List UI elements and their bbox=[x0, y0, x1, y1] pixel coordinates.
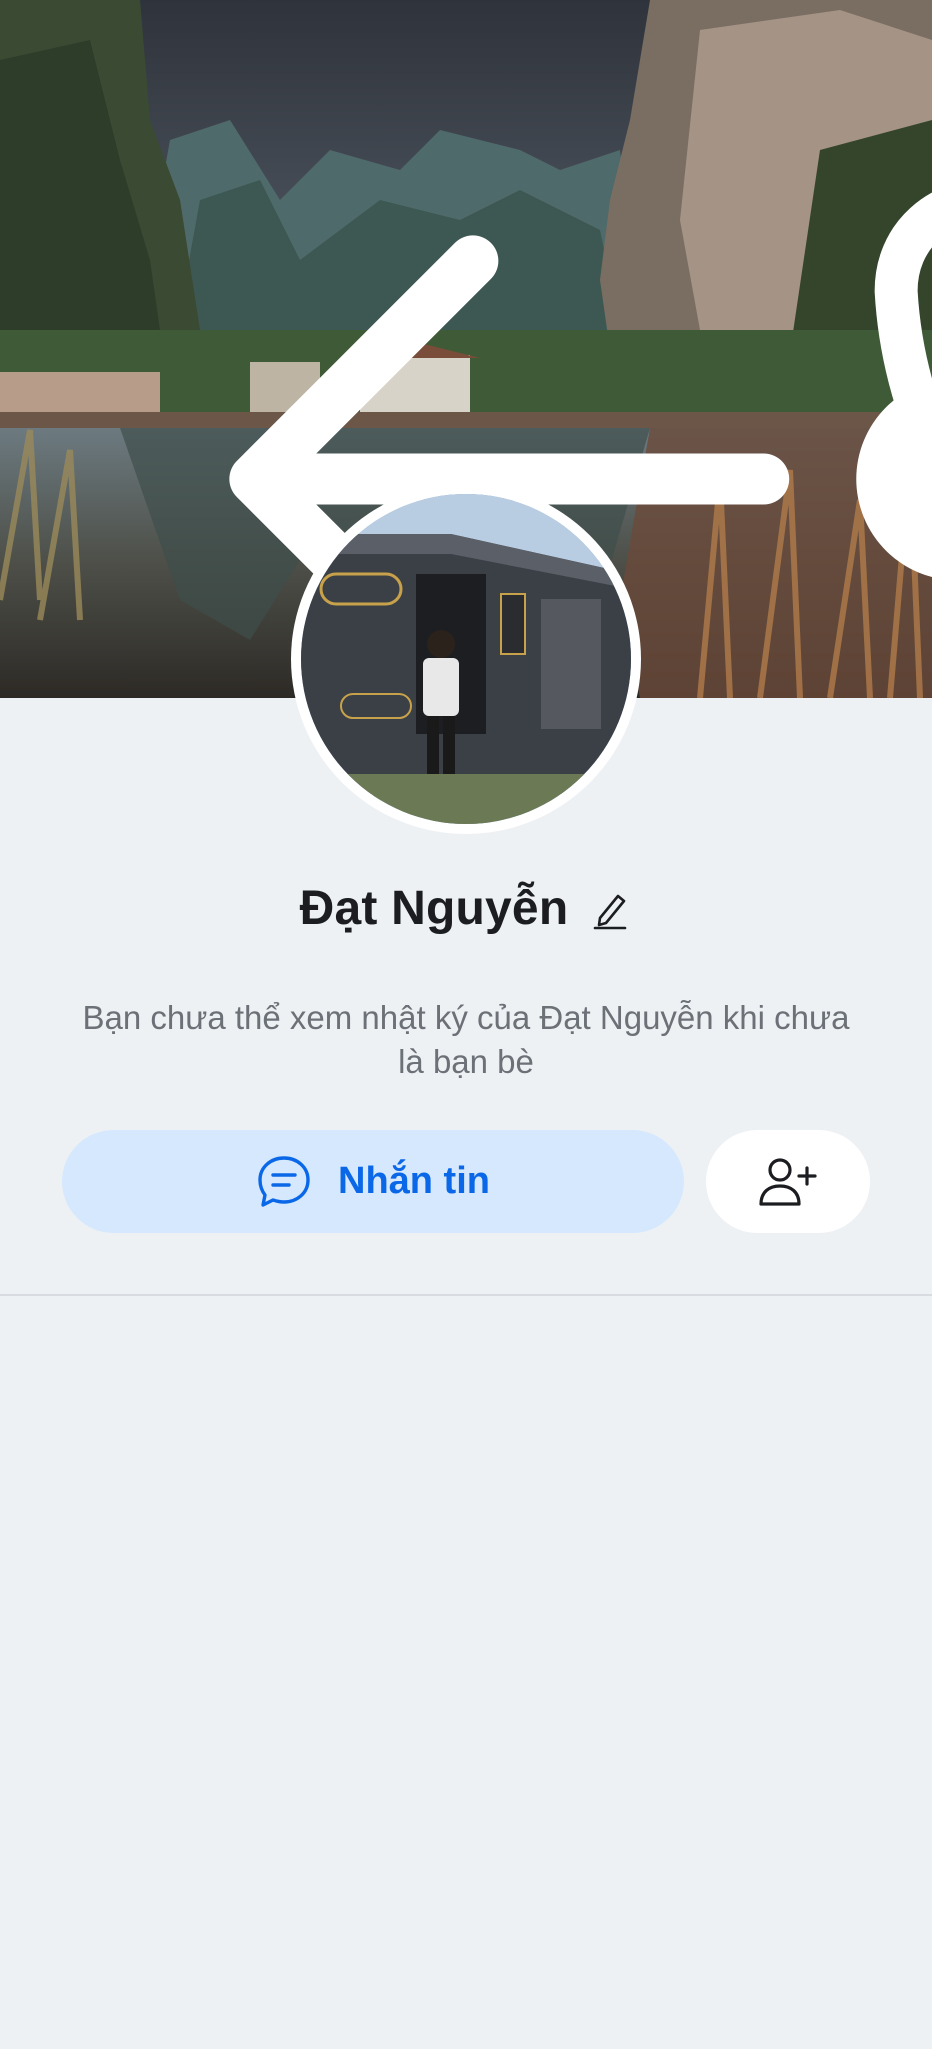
more-horizontal-icon bbox=[856, 381, 932, 577]
avatar[interactable] bbox=[291, 484, 641, 834]
privacy-note: Bạn chưa thể xem nhật ký của Đạt Nguyễn … bbox=[82, 999, 850, 1080]
empty-content-area bbox=[0, 1296, 932, 2049]
back-button[interactable] bbox=[36, 130, 790, 698]
message-button-label: Nhắn tin bbox=[338, 1160, 490, 1202]
call-button[interactable] bbox=[712, 130, 932, 494]
add-friend-button[interactable] bbox=[706, 1130, 870, 1233]
add-user-icon bbox=[759, 1157, 817, 1206]
profile-name: Đạt Nguyễn bbox=[299, 881, 569, 935]
profile-name-row: Đạt Nguyễn bbox=[0, 868, 932, 948]
edit-name-button[interactable] bbox=[588, 888, 632, 932]
more-options-button[interactable] bbox=[836, 130, 932, 577]
avatar-photo bbox=[301, 494, 631, 824]
pencil-icon bbox=[594, 894, 627, 930]
chat-bubble-icon bbox=[258, 1155, 310, 1207]
avatar-train-image bbox=[301, 494, 631, 824]
message-button[interactable]: Nhắn tin bbox=[62, 1130, 684, 1233]
